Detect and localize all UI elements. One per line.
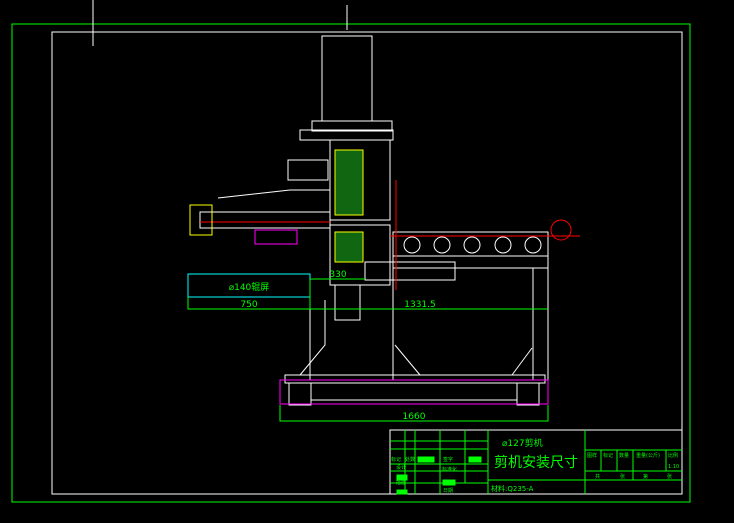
label-mark: 标记: [391, 456, 401, 463]
callout-label: ⌀140辊屏: [229, 281, 270, 293]
dim-750: 750: [240, 300, 257, 310]
label-quantity: 数量: [619, 452, 629, 459]
label-design: 设计: [396, 464, 406, 471]
label-trace: 描图: [396, 479, 406, 486]
label-stage-mark: 标记: [603, 452, 613, 459]
label-sheet2: 张: [667, 473, 672, 480]
drawing-title: 剪机安装尺寸: [494, 455, 578, 471]
label-date: 日期: [443, 488, 453, 494]
dim-1331: 1331.5: [404, 300, 436, 310]
label-standard: 标准化: [442, 466, 457, 473]
label-sign: 签字: [443, 456, 453, 463]
dim-1660: 1660: [403, 412, 426, 422]
cad-drawing: ⌀140辊屏 750 330 1331.5 1660 ⌀127剪机 剪机安装尺寸…: [11, 0, 691, 503]
label-scale: 比例: [668, 452, 678, 459]
material: 材料:Q235-A: [491, 484, 534, 493]
label-weight: 重量(公斤): [636, 452, 660, 459]
label-count: 处数: [405, 456, 415, 463]
label-sheet: 张: [620, 473, 625, 480]
scale-value: 1:10: [668, 464, 679, 470]
product-name: ⌀127剪机: [502, 437, 543, 449]
dimensions: ⌀140辊屏 750 330 1331.5 1660: [187, 270, 549, 422]
label-no: 第: [643, 473, 648, 480]
label-stage: 图样: [587, 452, 597, 459]
label-total: 共: [595, 473, 600, 480]
dim-330: 330: [329, 270, 346, 280]
machine: [189, 35, 580, 406]
